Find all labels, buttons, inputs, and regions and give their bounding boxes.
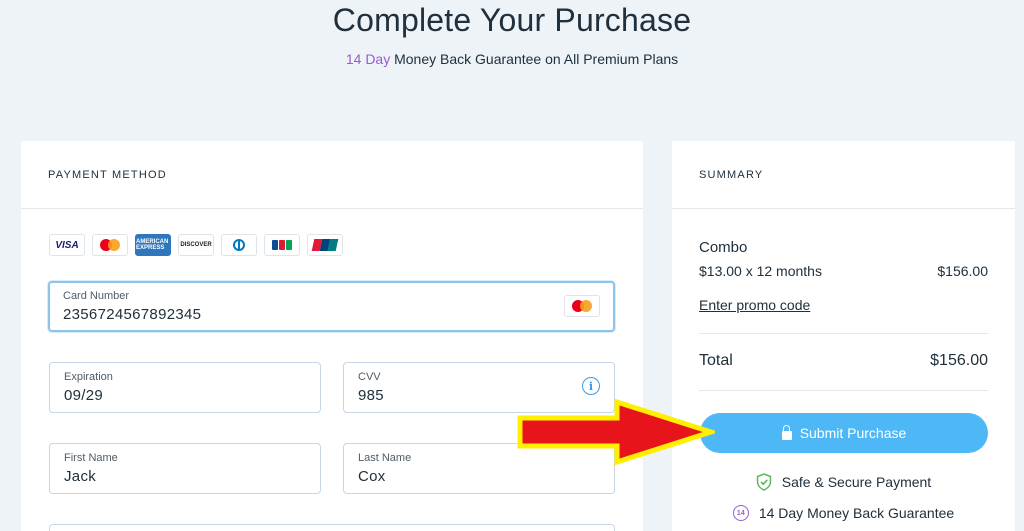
plan-price-row: $13.00 x 12 months $156.00 [699,263,988,279]
detected-mastercard-icon [564,295,600,317]
guarantee-text: 14 Day Money Back Guarantee [758,505,955,521]
next-field-partial[interactable] [49,524,615,531]
discover-icon: DISCOVER [178,234,214,256]
plan-name: Combo [699,239,748,256]
plan-price-total: $156.00 [937,263,988,279]
first-name-field[interactable]: First Name Jack [49,443,321,494]
submit-purchase-label: Submit Purchase [799,425,907,441]
card-brands: VISA AMERICAN EXPRESS DISCOVER [49,234,343,256]
first-name-label: First Name [64,452,118,464]
info-icon[interactable]: i [582,377,600,395]
page-subtitle: 14 Day Money Back Guarantee on All Premi… [0,51,1024,67]
total-label: Total [699,352,733,369]
jcb-icon [264,234,300,256]
payment-method-panel: PAYMENT METHOD VISA AMERICAN EXPRESS DIS… [21,141,643,531]
plan-price-desc: $13.00 x 12 months [699,263,822,279]
mastercard-icon [92,234,128,256]
payment-method-title: PAYMENT METHOD [21,141,643,209]
summary-panel: SUMMARY Combo $13.00 x 12 months $156.00… [672,141,1015,531]
total-divider [699,390,988,391]
total-value: $156.00 [930,352,988,369]
guarantee-note: 14 14 Day Money Back Guarantee [672,505,1015,521]
annotation-arrow-icon [517,398,715,466]
promo-code-link[interactable]: Enter promo code [699,297,810,313]
visa-icon: VISA [49,234,85,256]
summary-title: SUMMARY [672,141,1015,209]
shield-check-icon [756,473,772,491]
summary-divider [699,333,988,334]
lock-icon [781,424,792,440]
last-name-value[interactable]: Cox [358,468,600,485]
total-row: Total $156.00 [699,352,988,370]
submit-purchase-button[interactable]: Submit Purchase [700,413,988,453]
order-details: Combo $13.00 x 12 months $156.00 Enter p… [699,239,988,315]
cvv-label: CVV [358,371,381,383]
expiration-field[interactable]: Expiration 09/29 [49,362,321,413]
unionpay-icon [307,234,343,256]
expiration-value[interactable]: 09/29 [64,387,306,404]
amex-icon: AMERICAN EXPRESS [135,234,171,256]
page-title: Complete Your Purchase [332,2,692,38]
first-name-value[interactable]: Jack [64,468,306,485]
subtitle-accent: 14 Day [345,51,391,67]
expiration-label: Expiration [64,371,113,383]
diners-icon [221,234,257,256]
secure-payment-text: Safe & Secure Payment [781,474,932,490]
card-number-label: Card Number [63,290,130,302]
card-number-value[interactable]: 2356724567892345 [63,306,600,323]
guarantee-badge-icon: 14 [732,505,749,521]
subtitle-text: Money Back Guarantee on All Premium Plan… [390,51,679,67]
page-header: Complete Your Purchase 14 Day Money Back… [0,0,1024,67]
card-number-field[interactable]: Card Number 2356724567892345 [48,281,615,332]
secure-payment-note: Safe & Secure Payment [672,473,1015,491]
